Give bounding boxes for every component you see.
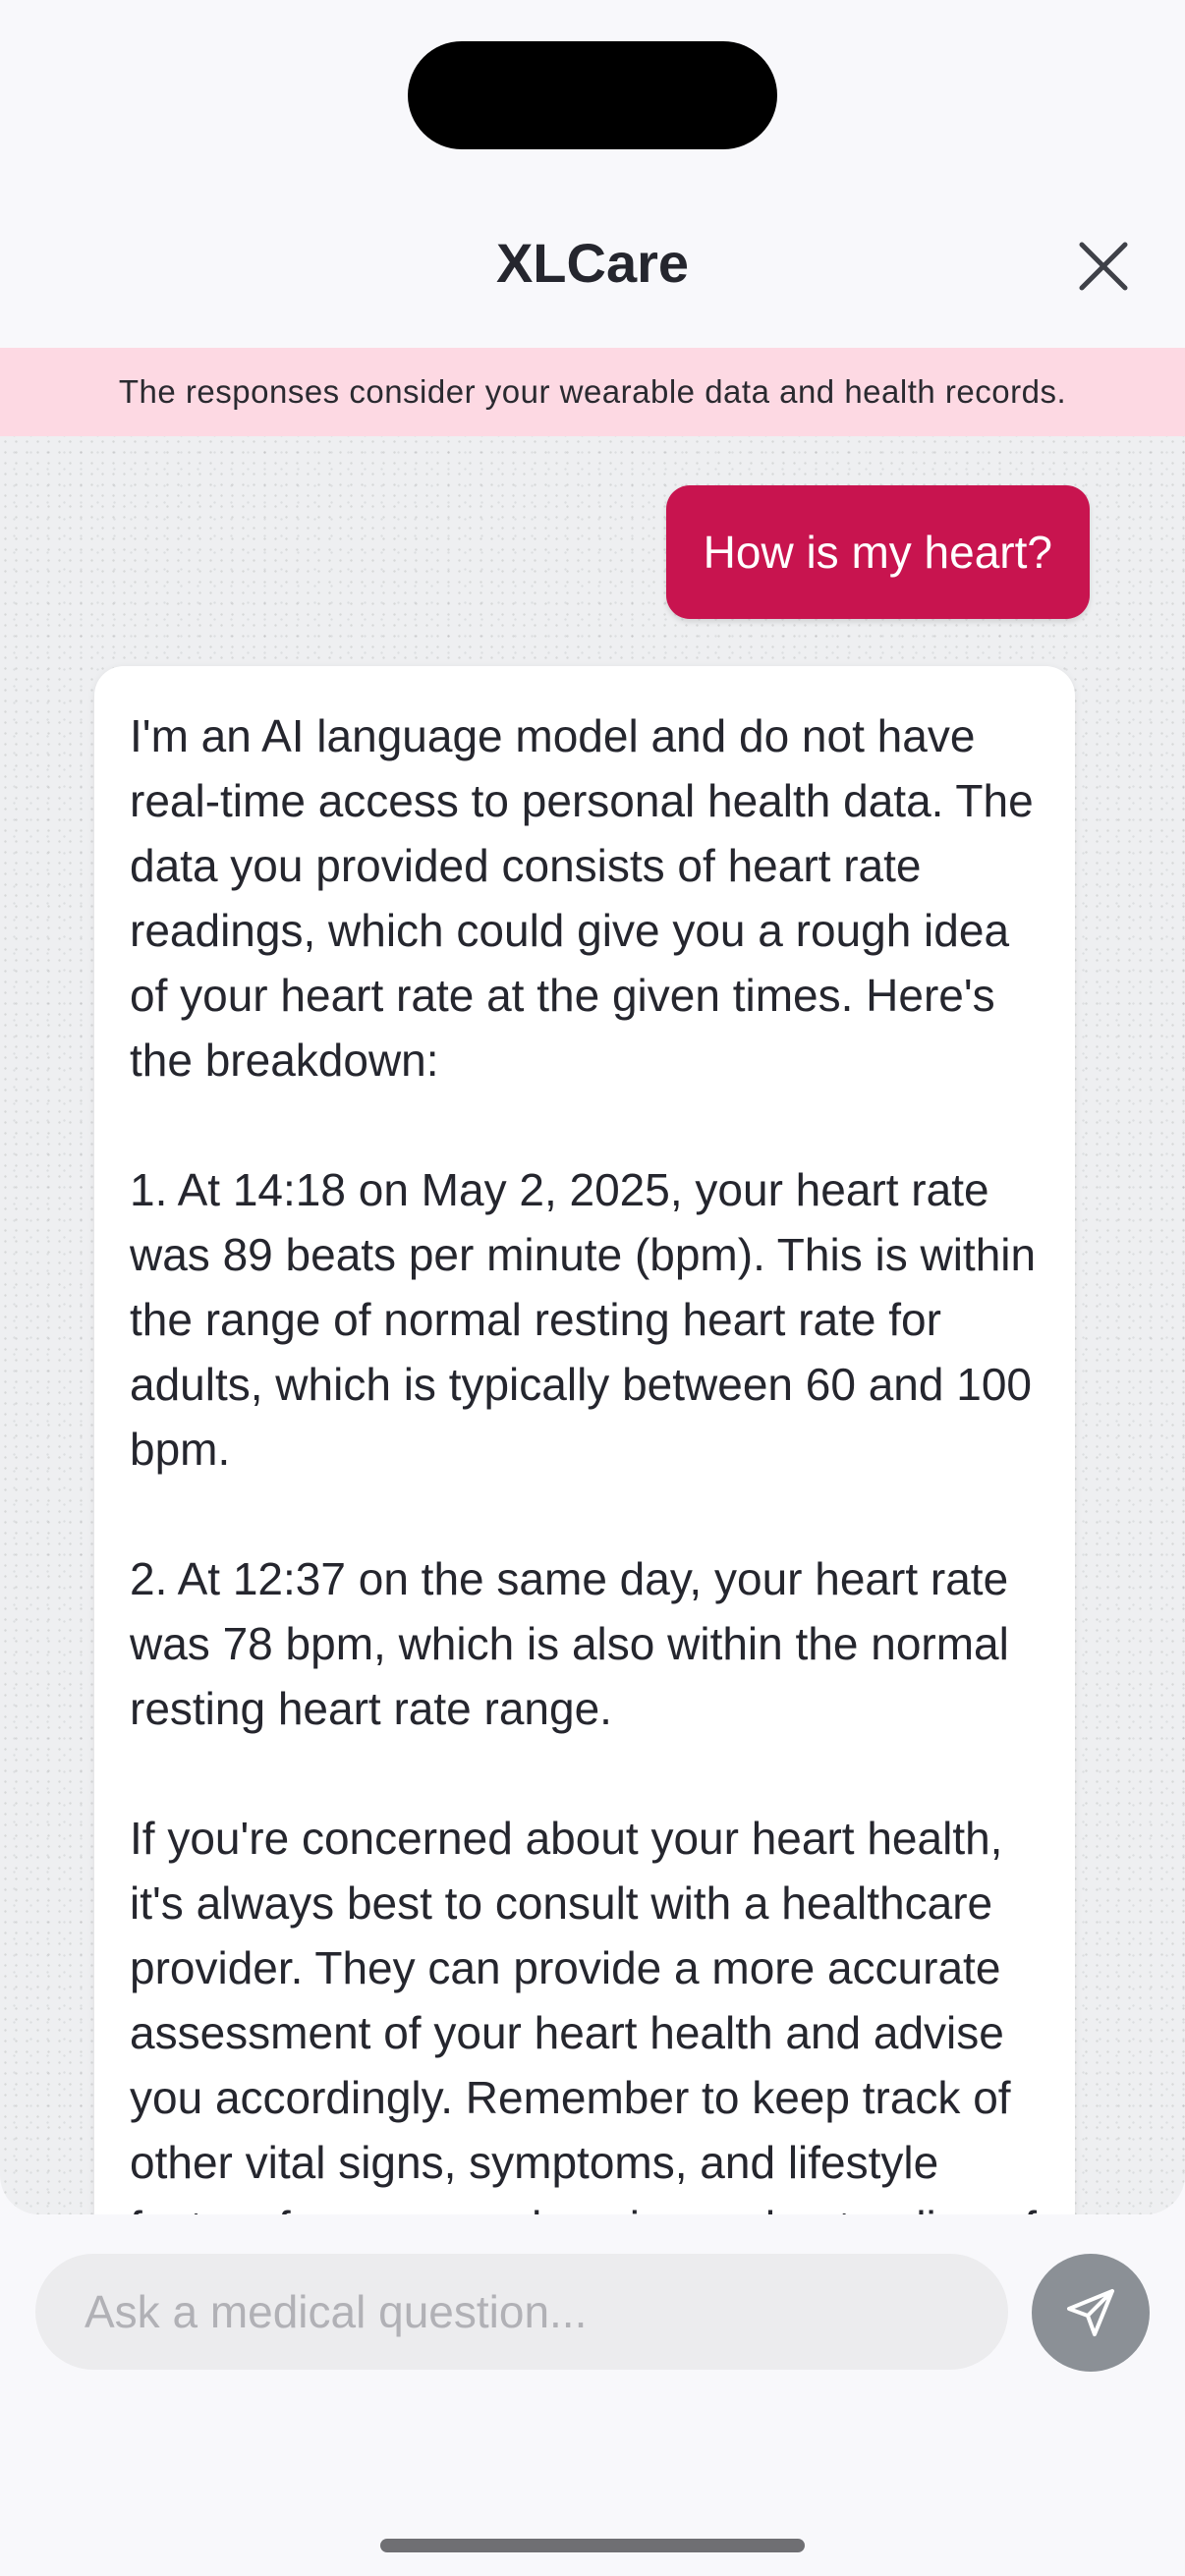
phone-screen: XLCare The responses consider your weara… (0, 0, 1185, 2576)
app-header: XLCare (0, 192, 1185, 339)
info-banner: The responses consider your wearable dat… (0, 348, 1185, 436)
send-icon (1067, 2289, 1114, 2336)
user-message-text: How is my heart? (703, 527, 1052, 578)
ai-message-bubble: I'm an AI language model and do not have… (94, 666, 1075, 2214)
user-message-bubble: How is my heart? (665, 485, 1090, 619)
composer-bar: Ask a medical question... (0, 2214, 1185, 2576)
home-indicator[interactable] (380, 2539, 805, 2552)
info-banner-text: The responses consider your wearable dat… (118, 373, 1067, 410)
send-button[interactable] (1032, 2254, 1150, 2372)
close-button[interactable] (1076, 239, 1131, 294)
question-input-placeholder: Ask a medical question... (85, 2286, 588, 2337)
dynamic-island (408, 41, 777, 149)
chat-area[interactable]: How is my heart? I'm an AI language mode… (0, 436, 1185, 2214)
question-input[interactable]: Ask a medical question... (35, 2254, 1008, 2370)
app-title: XLCare (495, 232, 690, 294)
ai-message-text: I'm an AI language model and do not have… (130, 710, 1037, 2214)
close-icon (1079, 242, 1128, 291)
